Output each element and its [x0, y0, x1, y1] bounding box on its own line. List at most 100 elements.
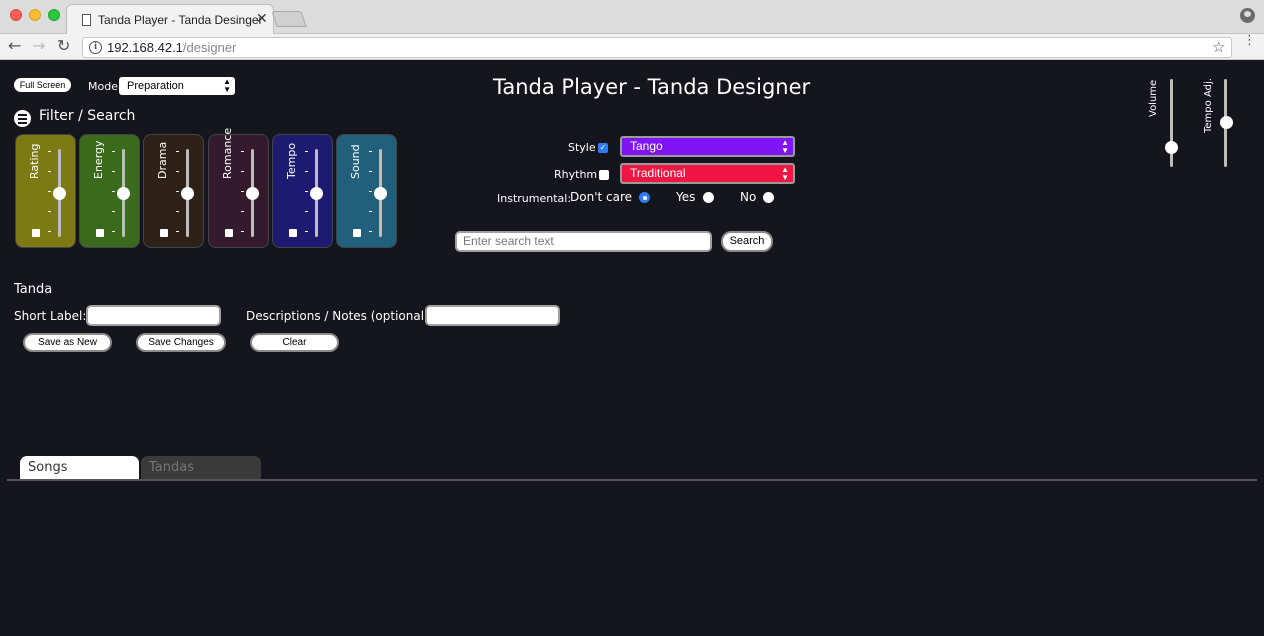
search-button[interactable]: Search	[721, 231, 773, 252]
slider-tick	[48, 191, 51, 192]
slider-card-romance: Romance	[208, 128, 269, 248]
tab-tandas[interactable]: Tandas	[141, 456, 261, 480]
save-as-new-button[interactable]: Save as New	[23, 333, 112, 352]
slider-thumb[interactable]	[374, 186, 387, 200]
select-arrows-icon: ▲ ▼	[781, 165, 789, 182]
minimize-window-button[interactable]	[29, 9, 41, 21]
slider-enable-checkbox[interactable]	[160, 229, 168, 237]
slider-enable-checkbox[interactable]	[32, 229, 40, 237]
rhythm-checkbox[interactable]	[599, 170, 609, 180]
slider-card-rating: Rating	[15, 134, 76, 248]
browser-tab-bar: Tanda Player - Tanda Desinger ✕	[0, 0, 1264, 35]
volume-slider-thumb[interactable]	[1165, 141, 1178, 154]
slider-tick	[241, 191, 244, 192]
slider-tick	[112, 171, 115, 172]
browser-tab[interactable]: Tanda Player - Tanda Desinger ✕	[66, 4, 274, 35]
instrumental-label: Instrumental:	[497, 192, 572, 205]
slider-tick	[48, 211, 51, 212]
volume-label: Volume	[1148, 79, 1159, 117]
search-input[interactable]: Enter search text	[455, 231, 712, 252]
slider-card-tempo: Tempo	[272, 134, 333, 248]
slider-tick	[112, 211, 115, 212]
mode-select-value: Preparation	[127, 80, 184, 92]
new-tab-button[interactable]	[271, 11, 307, 27]
forward-arrow-icon[interactable]: →	[32, 36, 45, 55]
radio-no-label: No	[740, 190, 757, 204]
slider-label: Rating	[28, 143, 41, 179]
slider-tick	[112, 231, 115, 232]
slider-tick	[305, 211, 308, 212]
mode-select[interactable]: Preparation ▲ ▼	[119, 77, 235, 95]
maximize-window-button[interactable]	[48, 9, 60, 21]
slider-tick	[112, 151, 115, 152]
slider-enable-checkbox[interactable]	[96, 229, 104, 237]
address-bar[interactable]: i 192.168.42.1/designer ☆	[82, 37, 1232, 58]
slider-tick	[305, 171, 308, 172]
slider-tick	[369, 191, 372, 192]
rhythm-select-value: Traditional	[630, 166, 686, 180]
bookmark-star-icon[interactable]: ☆	[1212, 38, 1225, 56]
slider-thumb[interactable]	[181, 186, 194, 200]
slider-tick	[176, 211, 179, 212]
select-arrows-icon: ▲ ▼	[223, 77, 231, 94]
tab-songs[interactable]: Songs	[20, 456, 139, 480]
page-title: Tanda Player - Tanda Designer	[493, 75, 811, 99]
short-label-label: Short Label:	[14, 309, 87, 323]
clear-button[interactable]: Clear	[250, 333, 339, 352]
slider-tick	[176, 151, 179, 152]
slider-enable-checkbox[interactable]	[225, 229, 233, 237]
style-select[interactable]: Tango ▲ ▼	[620, 136, 795, 157]
page-content: Full Screen Mode: Preparation ▲ ▼ Tanda P…	[0, 61, 1264, 636]
slider-tick	[241, 231, 244, 232]
slider-label: Drama	[156, 141, 169, 179]
slider-tick	[305, 231, 308, 232]
radio-dont-care-label: Don't care	[570, 190, 633, 204]
slider-thumb[interactable]	[310, 186, 323, 200]
browser-menu-icon[interactable]: ⋮	[1243, 34, 1256, 47]
info-icon[interactable]: i	[89, 41, 102, 54]
reload-icon[interactable]: ↻	[57, 36, 70, 55]
short-label-input[interactable]	[86, 305, 221, 326]
save-changes-button[interactable]: Save Changes	[136, 333, 226, 352]
radio-yes-label: Yes	[676, 190, 696, 204]
filter-menu-icon[interactable]	[14, 110, 31, 127]
tab-divider	[7, 479, 1257, 481]
tempo-adj-slider-thumb[interactable]	[1220, 116, 1233, 129]
slider-card-sound: Sound	[336, 134, 397, 248]
filter-search-title: Filter / Search	[39, 108, 136, 124]
full-screen-button[interactable]: Full Screen	[14, 78, 71, 92]
close-window-button[interactable]	[10, 9, 22, 21]
slider-thumb[interactable]	[246, 186, 259, 200]
slider-label: Sound	[349, 144, 362, 179]
radio-no[interactable]	[763, 192, 774, 203]
tab-close-icon[interactable]: ✕	[256, 11, 268, 27]
slider-card-drama: Drama	[143, 134, 204, 248]
slider-label: Energy	[92, 140, 105, 179]
rhythm-label: Rhythm	[554, 168, 598, 181]
slider-tick	[48, 171, 51, 172]
mode-label: Mode:	[88, 80, 122, 93]
slider-tick	[369, 151, 372, 152]
slider-card-energy: Energy	[79, 134, 140, 248]
tanda-heading: Tanda	[14, 282, 53, 297]
slider-tick	[176, 191, 179, 192]
rhythm-select[interactable]: Traditional ▲ ▼	[620, 163, 795, 184]
description-label: Descriptions / Notes (optional):	[246, 309, 433, 323]
description-input[interactable]	[425, 305, 560, 326]
slider-enable-checkbox[interactable]	[289, 229, 297, 237]
document-icon	[82, 14, 91, 26]
slider-thumb[interactable]	[117, 186, 130, 200]
style-checkbox[interactable]: ✓	[598, 143, 608, 153]
slider-tick	[176, 171, 179, 172]
radio-yes[interactable]	[703, 192, 714, 203]
url-host: 192.168.42.1	[107, 40, 183, 55]
slider-enable-checkbox[interactable]	[353, 229, 361, 237]
radio-dont-care[interactable]	[639, 192, 650, 203]
back-arrow-icon[interactable]: ←	[8, 36, 21, 55]
profile-icon[interactable]	[1240, 8, 1255, 23]
slider-thumb[interactable]	[53, 186, 66, 200]
url-text[interactable]: 192.168.42.1/designer	[107, 40, 236, 55]
tempo-adj-label: Tempo Adj.	[1203, 78, 1214, 133]
url-path: /designer	[182, 40, 237, 55]
style-label: Style	[568, 141, 596, 154]
